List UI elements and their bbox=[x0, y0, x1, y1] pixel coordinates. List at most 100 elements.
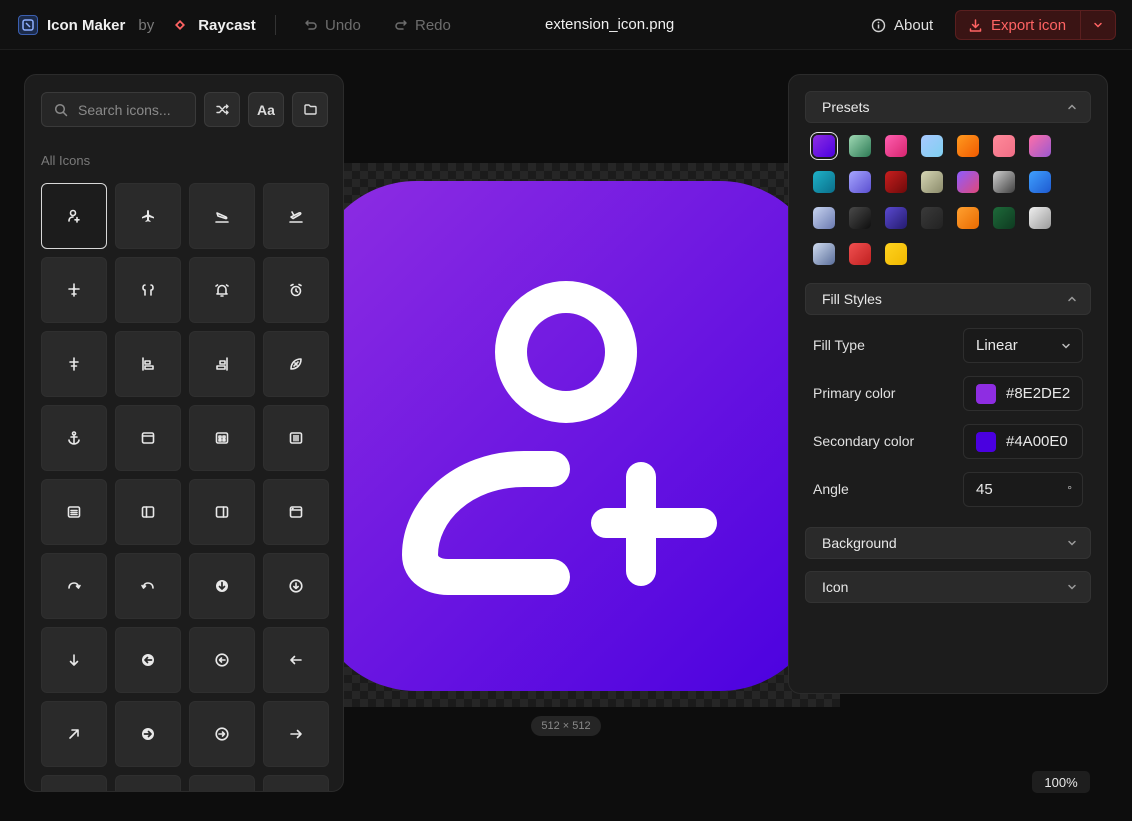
primary-color-swatch[interactable] bbox=[976, 383, 996, 404]
icon-cell[interactable] bbox=[41, 257, 107, 323]
preset-swatch[interactable] bbox=[813, 135, 835, 157]
icon-cell[interactable] bbox=[41, 183, 107, 249]
open-folder-button[interactable] bbox=[292, 92, 328, 127]
preset-swatch[interactable] bbox=[885, 171, 907, 193]
preset-swatch[interactable] bbox=[1029, 171, 1051, 193]
icon-cell[interactable] bbox=[115, 701, 181, 767]
icon-preview[interactable] bbox=[312, 181, 824, 691]
preset-swatch[interactable] bbox=[849, 243, 871, 265]
icon-cell[interactable] bbox=[263, 627, 329, 693]
preset-swatch[interactable] bbox=[885, 243, 907, 265]
icon-cell[interactable] bbox=[115, 775, 181, 791]
icon-cell[interactable] bbox=[115, 257, 181, 323]
preset-swatch[interactable] bbox=[849, 207, 871, 229]
angle-label: Angle bbox=[813, 481, 849, 497]
icon-cell[interactable] bbox=[189, 257, 255, 323]
preset-swatch[interactable] bbox=[885, 207, 907, 229]
preset-swatch[interactable] bbox=[957, 171, 979, 193]
icon-cell[interactable] bbox=[41, 627, 107, 693]
icon-cell[interactable] bbox=[189, 183, 255, 249]
icon-cell[interactable] bbox=[115, 553, 181, 619]
preset-swatch[interactable] bbox=[813, 171, 835, 193]
icon-cell[interactable] bbox=[41, 405, 107, 471]
icon-cell[interactable] bbox=[263, 553, 329, 619]
preset-swatch[interactable] bbox=[921, 171, 943, 193]
raycast-link[interactable]: Raycast bbox=[198, 17, 256, 34]
background-header[interactable]: Background bbox=[805, 527, 1091, 559]
info-icon bbox=[871, 18, 886, 32]
about-button[interactable]: About bbox=[871, 14, 933, 36]
preset-swatch[interactable] bbox=[921, 135, 943, 157]
icon-cell[interactable] bbox=[41, 775, 107, 791]
filename[interactable]: extension_icon.png bbox=[545, 16, 674, 33]
preset-swatch[interactable] bbox=[1029, 207, 1051, 229]
preset-swatches bbox=[813, 135, 1065, 265]
all-icons-label: All Icons bbox=[41, 153, 91, 168]
angle-input[interactable]: 45 ° bbox=[963, 472, 1083, 507]
icon-cell[interactable] bbox=[263, 183, 329, 249]
icon-cell[interactable] bbox=[189, 479, 255, 545]
zoom-level[interactable]: 100% bbox=[1032, 771, 1090, 793]
preset-swatch[interactable] bbox=[813, 207, 835, 229]
preset-swatch[interactable] bbox=[849, 135, 871, 157]
preset-swatch[interactable] bbox=[993, 207, 1015, 229]
secondary-color-field[interactable]: #4A00E0 bbox=[963, 424, 1083, 459]
undo-button[interactable]: Undo bbox=[304, 14, 361, 36]
icon-cell[interactable] bbox=[189, 701, 255, 767]
icon-cell[interactable] bbox=[263, 257, 329, 323]
presets-header[interactable]: Presets bbox=[805, 91, 1091, 123]
preset-swatch[interactable] bbox=[957, 135, 979, 157]
redo-label: Redo bbox=[415, 16, 451, 34]
alarm-ringing-icon bbox=[215, 284, 229, 297]
search-box[interactable] bbox=[41, 92, 196, 127]
preset-swatch[interactable] bbox=[921, 207, 943, 229]
redo-button[interactable]: Redo bbox=[394, 14, 451, 36]
search-input[interactable] bbox=[78, 101, 188, 118]
icon-cell[interactable] bbox=[189, 775, 255, 791]
font-toggle-button[interactable]: Aa bbox=[248, 92, 284, 127]
preset-swatch[interactable] bbox=[885, 135, 907, 157]
preset-swatch[interactable] bbox=[849, 171, 871, 193]
icon-cell[interactable] bbox=[115, 331, 181, 397]
anchor-icon bbox=[68, 431, 80, 445]
preset-swatch[interactable] bbox=[1029, 135, 1051, 157]
export-options-button[interactable] bbox=[1081, 11, 1115, 39]
primary-color-field[interactable]: #8E2DE2 bbox=[963, 376, 1083, 411]
icon-settings-header[interactable]: Icon bbox=[805, 571, 1091, 603]
icon-cell[interactable] bbox=[189, 331, 255, 397]
icon-cell[interactable] bbox=[263, 405, 329, 471]
fill-type-label: Fill Type bbox=[813, 337, 865, 353]
icon-cell[interactable] bbox=[41, 701, 107, 767]
arrow-right-icon bbox=[290, 729, 302, 739]
icon-cell[interactable] bbox=[41, 479, 107, 545]
secondary-color-swatch[interactable] bbox=[976, 431, 996, 452]
icon-cell[interactable] bbox=[41, 553, 107, 619]
icon-cell[interactable] bbox=[189, 405, 255, 471]
search-icon bbox=[54, 103, 68, 116]
preset-swatch[interactable] bbox=[813, 243, 835, 265]
by-label: by bbox=[138, 16, 155, 34]
raycast-logo-icon[interactable] bbox=[171, 16, 189, 34]
fill-styles-header[interactable]: Fill Styles bbox=[805, 283, 1091, 315]
shuffle-button[interactable] bbox=[204, 92, 240, 127]
icon-cell[interactable] bbox=[115, 405, 181, 471]
preset-swatch[interactable] bbox=[993, 135, 1015, 157]
icon-cell[interactable] bbox=[189, 553, 255, 619]
preset-swatch[interactable] bbox=[993, 171, 1015, 193]
fill-type-select[interactable]: Linear bbox=[963, 328, 1083, 363]
icon-cell[interactable] bbox=[41, 331, 107, 397]
icon-cell[interactable] bbox=[189, 627, 255, 693]
icon-cell[interactable] bbox=[115, 479, 181, 545]
icon-cell[interactable] bbox=[263, 701, 329, 767]
icon-cell[interactable] bbox=[263, 331, 329, 397]
secondary-color-label: Secondary color bbox=[813, 433, 915, 449]
icon-cell[interactable] bbox=[263, 775, 329, 791]
icon-cell[interactable] bbox=[115, 183, 181, 249]
icon-cell[interactable] bbox=[263, 479, 329, 545]
export-icon-button[interactable]: Export icon bbox=[955, 10, 1116, 40]
chevron-down-icon bbox=[1068, 584, 1076, 590]
icon-cell[interactable] bbox=[115, 627, 181, 693]
export-main[interactable]: Export icon bbox=[956, 11, 1080, 39]
preset-swatch[interactable] bbox=[957, 207, 979, 229]
airpods-icon bbox=[142, 284, 154, 296]
